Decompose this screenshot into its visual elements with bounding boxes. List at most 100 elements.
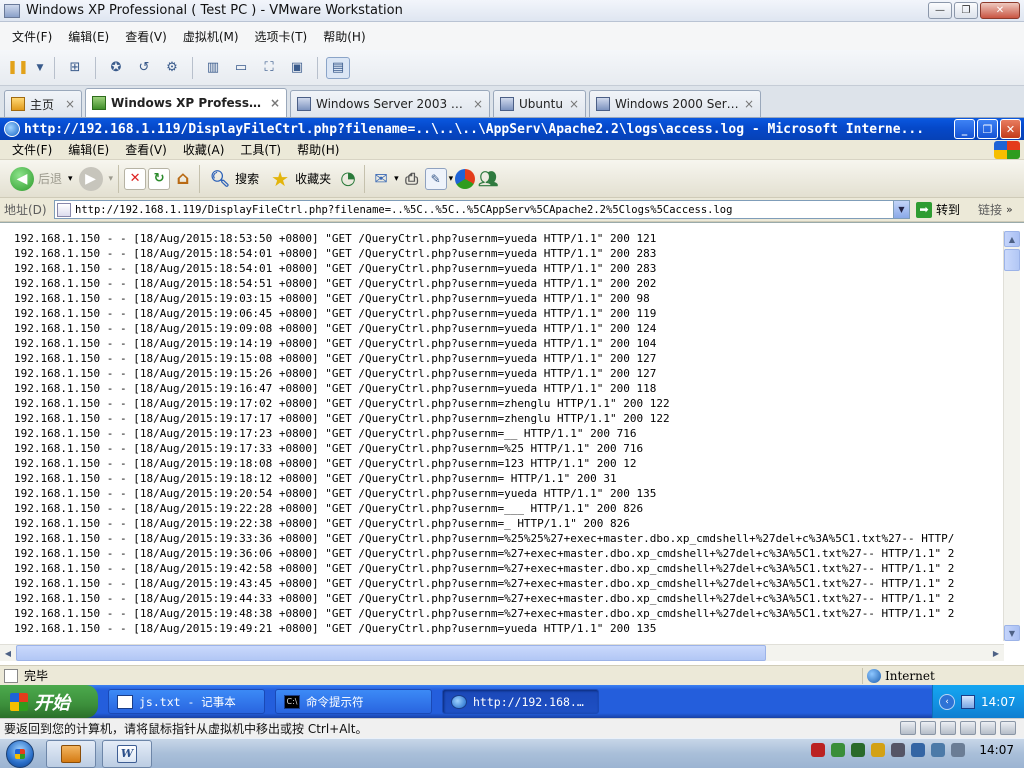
- back-button[interactable]: ◀ 后退: [6, 163, 66, 195]
- scroll-thumb[interactable]: [16, 645, 766, 661]
- vertical-scrollbar[interactable]: ▲ ▼: [1003, 231, 1020, 641]
- pause-icon[interactable]: ❚❚: [6, 57, 30, 79]
- chevron-left-icon[interactable]: ‹: [939, 693, 955, 710]
- favorites-button[interactable]: ★ 收藏夹: [265, 163, 335, 195]
- fullscreen-icon[interactable]: ⛶: [257, 57, 281, 79]
- shield-icon[interactable]: [851, 743, 866, 757]
- dropdown-icon[interactable]: ▼: [34, 57, 46, 79]
- vm-icon: [500, 97, 514, 111]
- scroll-down-icon[interactable]: ▼: [1004, 625, 1020, 641]
- tab-windows-server-2003[interactable]: Windows Server 2003 Enterpr... ×: [290, 90, 490, 117]
- security-zone[interactable]: Internet: [862, 668, 1002, 684]
- revert-icon[interactable]: ↺: [132, 57, 156, 79]
- usb-icon[interactable]: [960, 721, 976, 735]
- chevron-down-icon[interactable]: ▾: [68, 174, 73, 184]
- menu-edit[interactable]: 编辑(E): [60, 28, 117, 45]
- chevron-down-icon[interactable]: ▾: [394, 174, 399, 184]
- win7-start-button[interactable]: [0, 739, 40, 768]
- volume-icon[interactable]: [951, 743, 966, 757]
- menu-file[interactable]: 文件(F): [4, 28, 60, 45]
- menu-view[interactable]: 查看(V): [117, 28, 175, 45]
- tray-icon-7[interactable]: [931, 743, 946, 757]
- stop-icon[interactable]: ✕: [124, 167, 147, 190]
- taskbar-item-word[interactable]: W: [102, 739, 152, 768]
- taskbar-item-vmware[interactable]: [46, 739, 96, 768]
- tray-icon-2[interactable]: [831, 743, 846, 757]
- scroll-right-icon[interactable]: ▶: [988, 645, 1004, 661]
- horizontal-scrollbar[interactable]: ◀ ▶: [0, 644, 1004, 661]
- message-log-icon[interactable]: [1000, 721, 1016, 735]
- home-icon[interactable]: ⌂: [172, 168, 194, 190]
- address-input[interactable]: http://192.168.1.119/DisplayFileCtrl.php…: [54, 200, 910, 219]
- view-icon[interactable]: ▤: [326, 56, 350, 79]
- tab-windows-xp[interactable]: Windows XP Professional... ×: [85, 88, 287, 117]
- close-icon[interactable]: ×: [569, 97, 579, 111]
- go-button[interactable]: ➡ 转到: [916, 201, 960, 218]
- ie-page-content[interactable]: 192.168.1.150 - - [18/Aug/2015:18:53:50 …: [0, 222, 1024, 646]
- menu-help[interactable]: 帮助(H): [289, 141, 347, 158]
- harddisk-icon[interactable]: [900, 721, 916, 735]
- chevron-right-icon[interactable]: »: [1006, 203, 1013, 216]
- menu-view[interactable]: 查看(V): [117, 141, 175, 158]
- tab-windows-2000-server[interactable]: Windows 2000 Server ×: [589, 90, 761, 117]
- scroll-left-icon[interactable]: ◀: [0, 645, 16, 661]
- vm-icon: [297, 97, 311, 111]
- menu-help[interactable]: 帮助(H): [315, 28, 373, 45]
- edit-icon[interactable]: ✎: [424, 167, 447, 190]
- tab-home[interactable]: 主页 ×: [4, 90, 82, 117]
- people-icon[interactable]: 👥︎: [477, 168, 499, 190]
- close-icon[interactable]: ×: [744, 97, 754, 111]
- links-label[interactable]: 链接: [978, 201, 1002, 218]
- maximize-button[interactable]: ❐: [977, 119, 998, 139]
- menu-tabs[interactable]: 选项卡(T): [247, 28, 316, 45]
- minimize-button[interactable]: —: [928, 2, 952, 19]
- console-icon[interactable]: ▭: [229, 57, 253, 79]
- close-button[interactable]: ✕: [980, 2, 1020, 19]
- forward-button[interactable]: ▶: [75, 163, 107, 195]
- menu-file[interactable]: 文件(F): [4, 141, 60, 158]
- tray-icon-1[interactable]: [811, 743, 826, 757]
- network-icon[interactable]: ⊞: [63, 57, 87, 79]
- mail-icon[interactable]: ✉: [370, 168, 392, 190]
- close-icon[interactable]: ×: [65, 97, 75, 111]
- chevron-down-icon[interactable]: ▼: [893, 201, 909, 218]
- close-icon[interactable]: ×: [270, 96, 280, 110]
- chevron-down-icon[interactable]: ▾: [449, 174, 454, 184]
- print-icon[interactable]: ⎙: [401, 168, 423, 190]
- address-url[interactable]: http://192.168.1.119/DisplayFileCtrl.php…: [75, 204, 893, 216]
- taskbar-item-cmd[interactable]: C:\ 命令提示符: [275, 689, 432, 714]
- sidebar-icon[interactable]: ▥: [201, 57, 225, 79]
- unity-icon[interactable]: ▣: [285, 57, 309, 79]
- tab-ubuntu[interactable]: Ubuntu ×: [493, 90, 586, 117]
- snapshot-icon[interactable]: ✪: [104, 57, 128, 79]
- close-button[interactable]: ✕: [1000, 119, 1021, 139]
- guest-screen[interactable]: http://192.168.1.119/DisplayFileCtrl.php…: [0, 118, 1024, 718]
- chevron-down-icon[interactable]: ▾: [109, 174, 114, 184]
- maximize-button[interactable]: ❐: [954, 2, 978, 19]
- messenger-icon[interactable]: [455, 168, 476, 189]
- network-adapter-icon[interactable]: [940, 721, 956, 735]
- taskbar-item-notepad[interactable]: js.txt - 记事本: [108, 689, 265, 714]
- refresh-icon[interactable]: ↻: [148, 167, 171, 190]
- menu-edit[interactable]: 编辑(E): [60, 141, 117, 158]
- back-label: 后退: [38, 172, 63, 186]
- media-icon[interactable]: ◔: [337, 168, 359, 190]
- search-button[interactable]: 🔍︎ 搜索: [205, 163, 263, 195]
- menu-vm[interactable]: 虚拟机(M): [175, 28, 247, 45]
- start-button[interactable]: 开始: [0, 685, 98, 718]
- minimize-button[interactable]: _: [954, 119, 975, 139]
- menu-tools[interactable]: 工具(T): [232, 141, 289, 158]
- scroll-thumb[interactable]: [1004, 249, 1020, 271]
- tray-icon-4[interactable]: [871, 743, 886, 757]
- scroll-up-icon[interactable]: ▲: [1004, 231, 1020, 247]
- cdrom-icon[interactable]: [920, 721, 936, 735]
- tray-icon-5[interactable]: [891, 743, 906, 757]
- close-icon[interactable]: ×: [473, 97, 483, 111]
- tray-icon-6[interactable]: [911, 743, 926, 757]
- snapshot-manager-icon[interactable]: ⚙: [160, 57, 184, 79]
- sound-icon[interactable]: [980, 721, 996, 735]
- taskbar-item-ie[interactable]: http://192.168.1...: [442, 689, 599, 714]
- menu-favorites[interactable]: 收藏(A): [175, 141, 233, 158]
- network-icon[interactable]: [961, 694, 975, 709]
- log-line: 192.168.1.150 - - [18/Aug/2015:18:54:01 …: [14, 262, 657, 275]
